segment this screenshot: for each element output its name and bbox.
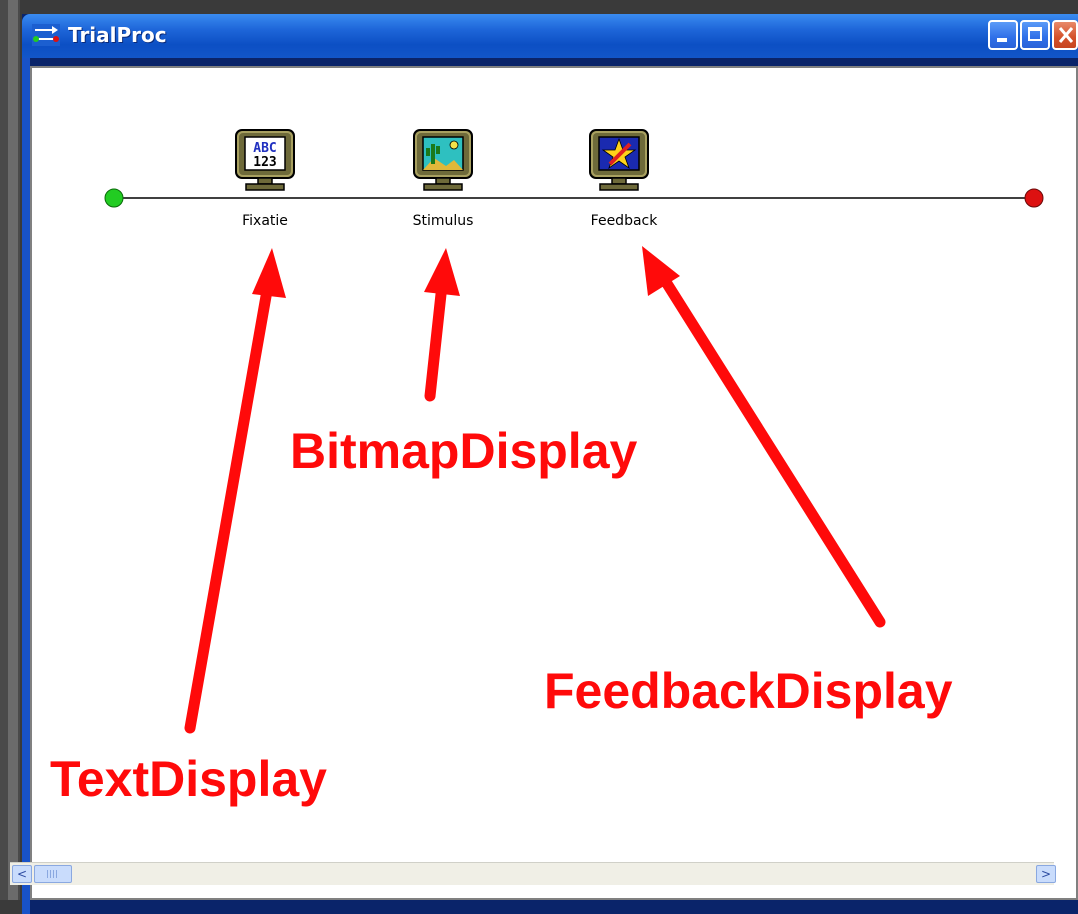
arrow-to-stimulus [424, 248, 460, 402]
scroll-thumb[interactable] [34, 865, 72, 883]
end-node[interactable] [1024, 188, 1044, 208]
bitmap-display-icon[interactable] [413, 129, 473, 191]
timeline-item-label: Feedback [590, 213, 658, 229]
text-display-annotation: TextDisplay [50, 751, 327, 807]
arrow-to-fixatie [184, 248, 286, 734]
feedback-display-icon[interactable] [589, 129, 649, 191]
start-node[interactable] [104, 188, 124, 208]
horizontal-scrollbar[interactable]: < > [10, 862, 1056, 885]
scroll-left-button[interactable]: < [12, 865, 32, 883]
scroll-right-button[interactable]: > [1036, 865, 1056, 883]
timeline-item-label: Fixatie [242, 213, 288, 229]
abc-glyph: ABC [253, 141, 276, 156]
grip-icon [47, 870, 59, 878]
bitmap-display-annotation: BitmapDisplay [290, 423, 638, 479]
chevron-left-icon: < [16, 867, 28, 881]
num-glyph: 123 [253, 155, 276, 170]
chevron-right-icon: > [1040, 867, 1052, 881]
arrow-to-feedback [642, 246, 886, 628]
text-display-icon[interactable]: ABC 123 [235, 129, 295, 191]
feedback-display-annotation: FeedbackDisplay [544, 663, 953, 719]
timeline-item-label: Stimulus [412, 213, 474, 229]
